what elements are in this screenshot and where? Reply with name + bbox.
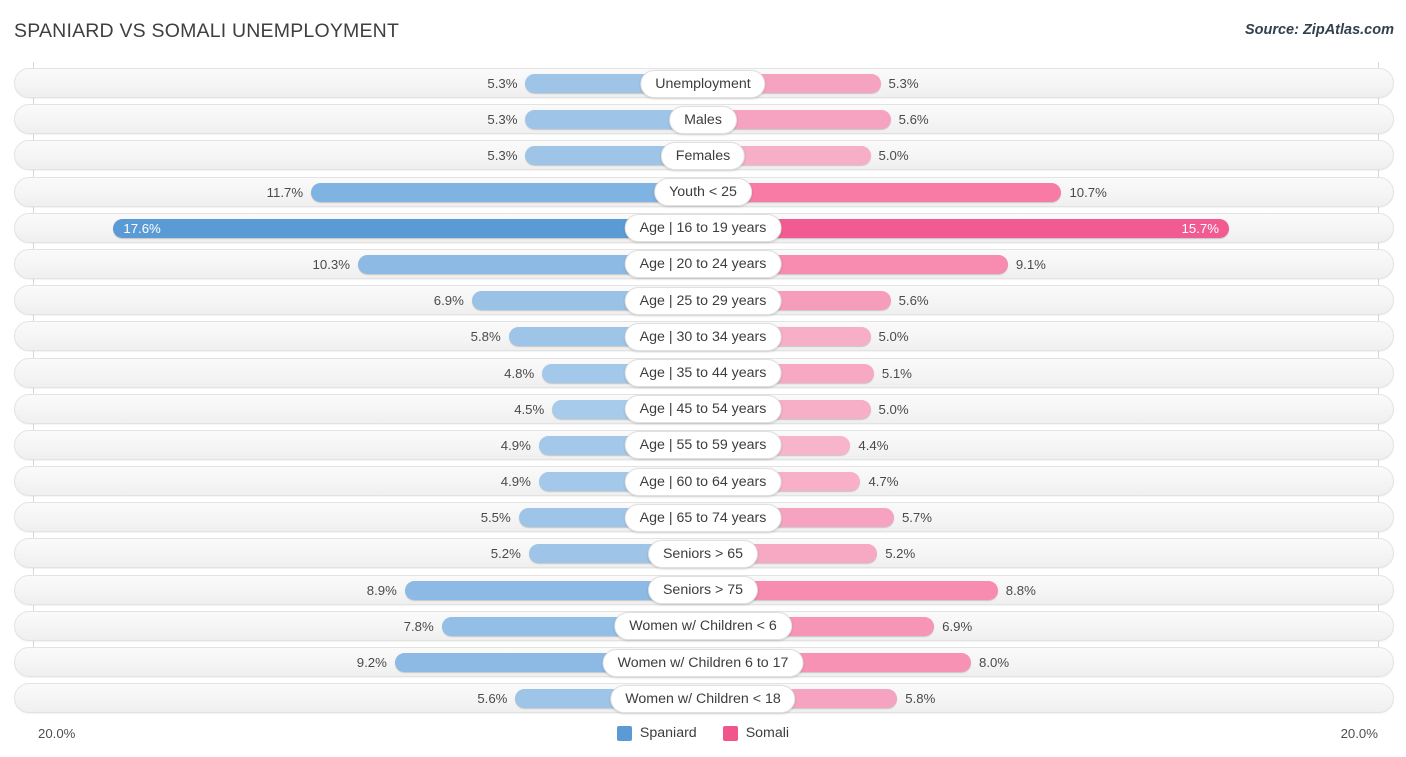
value-label-right: 5.0%	[878, 401, 909, 417]
value-label-right: 5.0%	[878, 148, 909, 164]
value-label-right: 4.7%	[868, 474, 899, 490]
bar-right-somali[interactable]	[703, 218, 1229, 238]
legend-item[interactable]: Spaniard	[616, 725, 697, 741]
chart-plot-area: 5.3% 5.3% Unemployment 5.3% 5.6% Males 5.3% 5.0…	[0, 62, 1406, 715]
category-label-pill: Males	[669, 105, 737, 134]
value-label-right: 5.2%	[885, 546, 916, 562]
legend-item[interactable]: Somali	[722, 725, 790, 741]
bar-row: 4.8% 5.1% Age | 35 to 44 years	[0, 355, 1406, 391]
category-label-pill: Youth < 25	[654, 178, 752, 207]
source-attribution: Source: ZipAtlas.com	[1244, 22, 1394, 38]
value-label-left: 4.5%	[514, 401, 545, 417]
category-label-pill: Seniors > 75	[647, 576, 759, 605]
bar-row: 5.3% 5.0% Females	[0, 137, 1406, 173]
value-label-left: 5.3%	[487, 76, 518, 91]
value-label-left: 4.9%	[500, 437, 531, 453]
bar-row: 6.9% 5.6% Age | 25 to 29 years	[0, 282, 1406, 318]
category-label-pill: Women w/ Children < 6	[614, 612, 792, 641]
value-label-right: 10.7%	[1069, 184, 1107, 200]
chart-legend: Spaniard Somali	[0, 725, 1406, 741]
bar-row: 5.3% 5.3% Unemployment	[0, 65, 1406, 101]
bar-row: 5.5% 5.7% Age | 65 to 74 years	[0, 499, 1406, 535]
value-label-right: 4.4%	[858, 437, 889, 453]
value-label-left: 4.8%	[504, 365, 535, 381]
category-label-pill: Females	[660, 141, 746, 170]
value-label-left: 11.7%	[266, 184, 304, 200]
value-label-left: 5.3%	[487, 112, 518, 128]
category-label-pill: Seniors > 65	[647, 539, 759, 568]
category-label-pill: Age | 60 to 64 years	[624, 467, 782, 496]
bar-left-spaniard[interactable]	[113, 218, 703, 238]
bar-row: 17.6% 15.7% Age | 16 to 19 years	[0, 210, 1406, 246]
category-label-pill: Age | 30 to 34 years	[624, 322, 782, 351]
category-label-pill: Age | 55 to 59 years	[624, 431, 782, 460]
value-label-right: 5.3%	[888, 76, 919, 91]
category-label-pill: Age | 35 to 44 years	[624, 359, 782, 387]
legend-label: Somali	[745, 725, 790, 741]
value-label-left: 5.5%	[480, 510, 511, 526]
value-label-left: 4.9%	[500, 474, 531, 490]
value-label-right: 5.7%	[901, 510, 932, 526]
value-label-left: 9.2%	[356, 655, 387, 670]
category-label-pill: Age | 20 to 24 years	[624, 250, 782, 279]
value-label-left: 5.6%	[477, 691, 508, 707]
value-label-right: 5.0%	[878, 329, 909, 345]
bar-row: 7.8% 6.9% Women w/ Children < 6	[0, 608, 1406, 644]
chart-footer: 20.0% 20.0% Spaniard Somali	[0, 715, 1406, 757]
legend-swatch-icon	[722, 725, 738, 741]
value-label-left: 5.3%	[487, 148, 518, 164]
category-label-pill: Age | 65 to 74 years	[624, 503, 782, 532]
value-label-right: 9.1%	[1015, 256, 1046, 272]
category-label-pill: Unemployment	[640, 69, 766, 98]
bar-row: 5.2% 5.2% Seniors > 65	[0, 535, 1406, 571]
value-label-right: 15.7%	[1181, 220, 1219, 236]
value-label-right: 5.1%	[881, 365, 912, 381]
bar-row: 5.8% 5.0% Age | 30 to 34 years	[0, 318, 1406, 354]
legend-label: Spaniard	[639, 725, 697, 741]
value-label-right: 5.8%	[905, 691, 936, 707]
value-label-left: 6.9%	[433, 293, 464, 309]
chart-header: SPANIARD VS SOMALI UNEMPLOYMENT Source: …	[0, 0, 1406, 62]
bar-left-spaniard[interactable]	[311, 182, 703, 202]
value-label-right: 8.0%	[979, 655, 1010, 670]
category-label-pill: Age | 25 to 29 years	[624, 286, 782, 315]
category-label-pill: Age | 16 to 19 years	[624, 214, 782, 243]
bar-rows-container: 5.3% 5.3% Unemployment 5.3% 5.6% Males 5.3% 5.0…	[0, 65, 1406, 716]
bar-row: 10.3% 9.1% Age | 20 to 24 years	[0, 246, 1406, 282]
bar-row: 4.5% 5.0% Age | 45 to 54 years	[0, 391, 1406, 427]
value-label-left: 7.8%	[403, 618, 434, 634]
bar-row: 4.9% 4.4% Age | 55 to 59 years	[0, 427, 1406, 463]
category-label-pill: Women w/ Children 6 to 17	[602, 648, 804, 677]
value-label-right: 8.8%	[1005, 582, 1036, 598]
value-label-right: 5.6%	[898, 112, 929, 128]
value-label-right: 6.9%	[942, 618, 973, 634]
page-title: SPANIARD VS SOMALI UNEMPLOYMENT	[14, 20, 400, 42]
value-label-left: 17.6%	[123, 220, 161, 236]
bar-right-somali[interactable]	[703, 182, 1062, 202]
bar-row: 5.6% 5.8% Women w/ Children < 18	[0, 680, 1406, 716]
category-label-pill: Age | 45 to 54 years	[624, 395, 782, 424]
legend-swatch-icon	[616, 725, 632, 741]
bar-row: 11.7% 10.7% Youth < 25	[0, 174, 1406, 210]
bar-row: 9.2% 8.0% Women w/ Children 6 to 17	[0, 644, 1406, 680]
value-label-left: 8.9%	[366, 582, 397, 598]
value-label-left: 10.3%	[312, 256, 350, 272]
bar-row: 8.9% 8.8% Seniors > 75	[0, 572, 1406, 608]
category-label-pill: Women w/ Children < 18	[610, 684, 796, 713]
value-label-left: 5.8%	[470, 329, 501, 345]
bar-row: 4.9% 4.7% Age | 60 to 64 years	[0, 463, 1406, 499]
bar-row: 5.3% 5.6% Males	[0, 101, 1406, 137]
value-label-left: 5.2%	[490, 546, 521, 562]
value-label-right: 5.6%	[898, 293, 929, 309]
